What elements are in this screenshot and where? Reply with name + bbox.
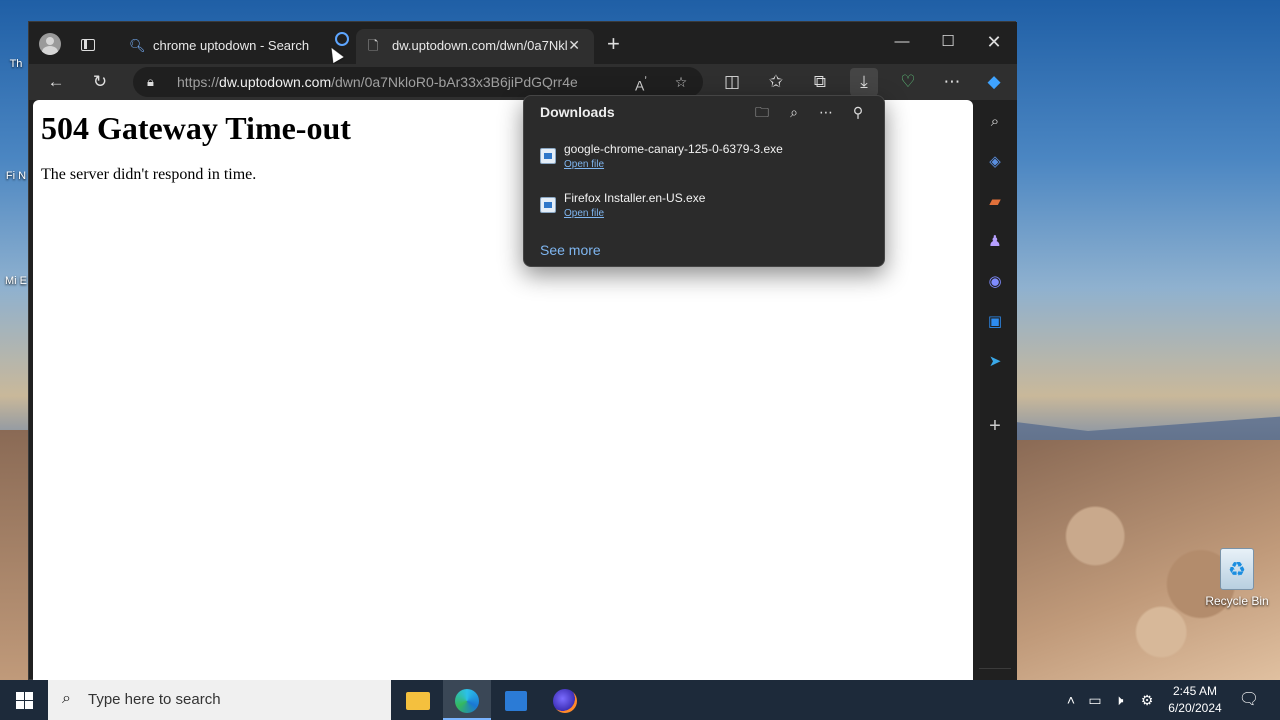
desktop-icon-partial-3[interactable]: Mi E xyxy=(2,275,30,287)
tab-uptodown[interactable]: 🗋 dw.uptodown.com/dwn/0a7Nklo ✕ xyxy=(356,29,594,64)
see-more-link[interactable]: See more xyxy=(540,242,601,258)
taskbar-clock[interactable]: 2:45 AM 6/20/2024 xyxy=(1160,683,1230,717)
close-window-button[interactable]: ✕ xyxy=(971,28,1017,56)
copilot-icon[interactable]: ◆ xyxy=(980,68,1008,96)
microsoft-store-icon[interactable] xyxy=(492,680,540,720)
desktop-icon-partial-1[interactable]: Th xyxy=(2,58,30,70)
installer-file-icon xyxy=(540,197,556,213)
downloads-icon[interactable]: ⤓ xyxy=(850,68,878,96)
search-downloads-icon[interactable]: ⌕ xyxy=(780,100,808,124)
pin-icon[interactable]: ⚲ xyxy=(844,100,872,124)
sidebar-microsoft365-icon[interactable]: ◉ xyxy=(981,268,1009,296)
clock-date: 6/20/2024 xyxy=(1168,701,1222,715)
volume-muted-icon[interactable]: 🕨 xyxy=(1107,680,1131,720)
taskbar: ⌕ Type here to search ˄ ▭ 🕨 ⚙ 2:45 AM 6/… xyxy=(0,680,1280,720)
wallpaper-rocks-left xyxy=(0,430,30,680)
download-filename: Firefox Installer.en-US.exe xyxy=(564,191,706,205)
desktop-icon-partial-2[interactable]: Fi N xyxy=(2,170,30,182)
refresh-icon[interactable]: ↻ xyxy=(86,68,114,96)
read-aloud-icon[interactable]: Aʼ xyxy=(627,68,655,96)
firefox-icon[interactable] xyxy=(541,680,589,720)
search-icon: 🔍︎ xyxy=(129,38,146,53)
sidebar-games-icon[interactable]: ♟ xyxy=(981,228,1009,256)
sidebar-shopping-icon[interactable]: ◈ xyxy=(981,148,1009,176)
downloads-flyout: Downloads 🗀 ⌕ ⋯ ⚲ google-chrome-canary-1… xyxy=(523,95,885,267)
windows-start-icon[interactable] xyxy=(0,680,48,720)
profile-avatar-icon[interactable] xyxy=(39,33,61,55)
more-menu-icon[interactable]: ⋯ xyxy=(938,68,966,96)
tab-loading-icon xyxy=(335,32,349,46)
search-icon: ⌕ xyxy=(62,690,71,707)
taskbar-search-box[interactable]: ⌕ Type here to search xyxy=(48,680,391,720)
new-tab-button[interactable]: + xyxy=(607,28,620,60)
page-message: The server didn't respond in time. xyxy=(41,166,257,183)
maximize-button[interactable]: ☐ xyxy=(925,28,971,56)
edge-sidebar: ⌕ ◈ ▰ ♟ ◉ ▣ ➤ + xyxy=(973,100,1017,681)
collections-icon[interactable]: ⧉ xyxy=(806,68,834,96)
lock-icon[interactable]: 🔒︎ xyxy=(147,74,154,90)
tab-bar: 🔍︎ chrome uptodown - Search 🗋 dw.uptodow… xyxy=(29,22,1017,64)
sidebar-add-icon[interactable]: + xyxy=(981,412,1009,440)
clock-time: 2:45 AM xyxy=(1172,684,1218,698)
address-bar[interactable]: 🔒︎ https://dw.uptodown.com/dwn/0a7NkloR0… xyxy=(133,67,703,97)
download-item[interactable]: Firefox Installer.en-US.exe Open file xyxy=(524,187,884,231)
recycle-bin-desktop-icon[interactable]: Recycle Bin xyxy=(1200,548,1274,608)
favorite-star-icon[interactable]: ☆ xyxy=(667,68,695,96)
close-tab-icon[interactable]: ✕ xyxy=(568,29,580,62)
minimize-button[interactable]: — xyxy=(879,28,925,56)
search-placeholder: Type here to search xyxy=(88,691,221,708)
page-heading: 504 Gateway Time-out xyxy=(41,110,351,146)
tab-actions-icon[interactable] xyxy=(81,39,95,51)
open-file-link[interactable]: Open file xyxy=(564,208,604,219)
show-hidden-icons-chevron-icon[interactable]: ˄ xyxy=(1059,680,1083,720)
sidebar-search-icon[interactable]: ⌕ xyxy=(981,108,1009,136)
tab-search[interactable]: 🔍︎ chrome uptodown - Search xyxy=(117,29,353,64)
downloads-more-icon[interactable]: ⋯ xyxy=(812,100,840,124)
installer-file-icon xyxy=(540,148,556,164)
sidebar-tools-icon[interactable]: ▰ xyxy=(981,188,1009,216)
downloads-title: Downloads xyxy=(540,104,615,120)
sidebar-drop-icon[interactable]: ➤ xyxy=(981,348,1009,376)
back-arrow-icon[interactable]: ← xyxy=(42,68,70,96)
page-icon: 🗋 xyxy=(368,38,379,53)
notifications-icon[interactable]: 🗨 xyxy=(1234,680,1264,720)
favorites-icon[interactable]: ✩ xyxy=(762,68,790,96)
split-screen-icon[interactable]: ◫ xyxy=(718,68,746,96)
sidebar-divider xyxy=(979,668,1011,669)
network-icon[interactable]: ▭ xyxy=(1083,680,1107,720)
download-filename: google-chrome-canary-125-0-6379-3.exe xyxy=(564,142,783,156)
recycle-bin-icon xyxy=(1220,548,1254,590)
edge-browser-icon[interactable] xyxy=(443,680,491,720)
settings-gear-icon[interactable]: ⚙ xyxy=(1135,680,1159,720)
sidebar-outlook-icon[interactable]: ▣ xyxy=(981,308,1009,336)
browser-essentials-icon[interactable]: ♡ xyxy=(894,68,922,96)
download-item[interactable]: google-chrome-canary-125-0-6379-3.exe Op… xyxy=(524,138,884,182)
recycle-bin-label: Recycle Bin xyxy=(1205,594,1269,608)
open-folder-icon[interactable]: 🗀 xyxy=(748,100,776,124)
file-explorer-icon[interactable] xyxy=(394,680,442,720)
url-text[interactable]: https://dw.uptodown.com/dwn/0a7NkloR0-bA… xyxy=(177,67,577,97)
open-file-link[interactable]: Open file xyxy=(564,159,604,170)
